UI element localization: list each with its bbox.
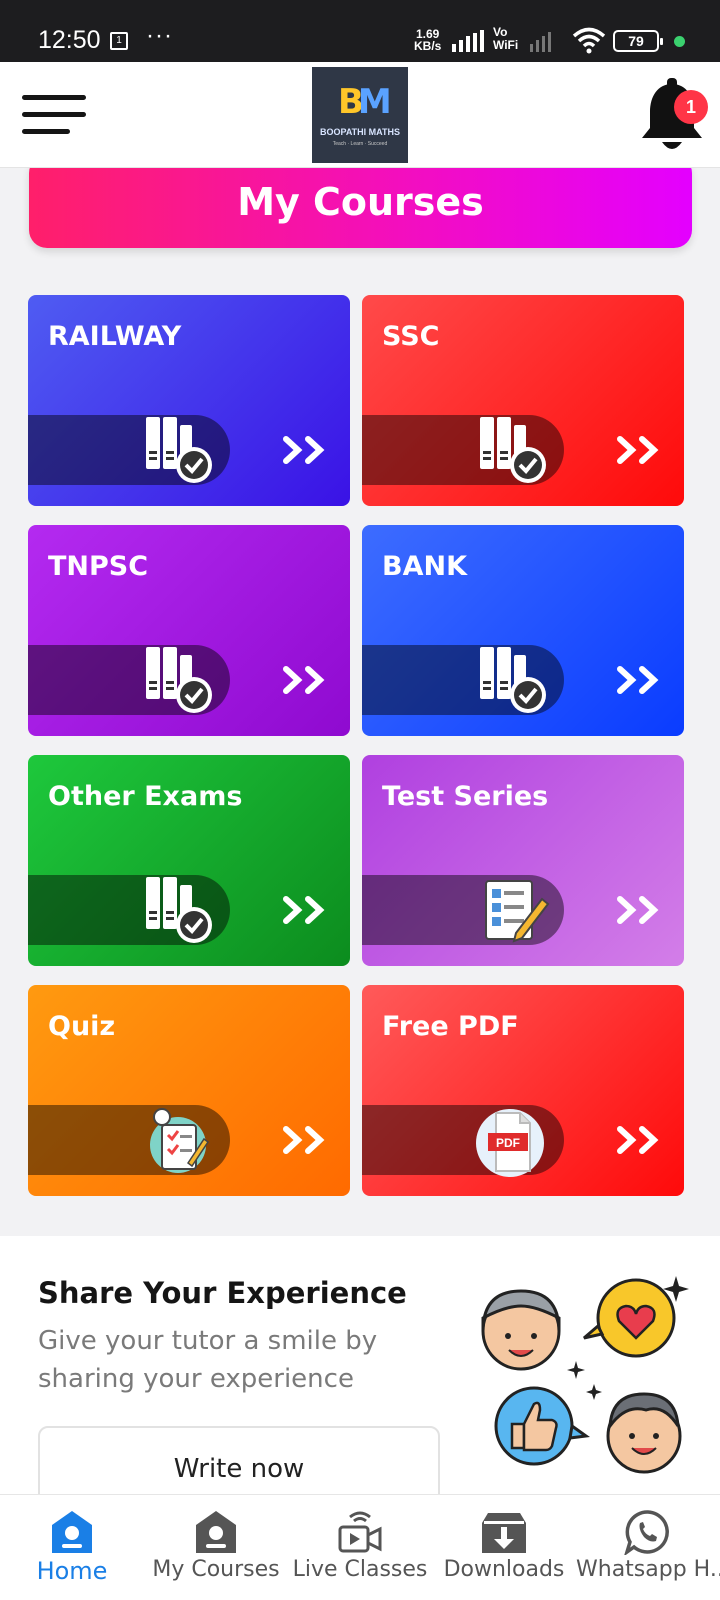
app-header: BM BOOPATHI MATHS Teach · Learn · Succee… bbox=[0, 62, 720, 168]
double-chevron-right-icon bbox=[283, 1126, 325, 1154]
course-card-title: TNPSC bbox=[48, 551, 149, 582]
vowifi-line2: WiFi bbox=[493, 38, 519, 52]
hamburger-menu-icon[interactable] bbox=[22, 95, 86, 134]
nav-live-classes[interactable]: Live Classes bbox=[288, 1495, 432, 1600]
courses-icon bbox=[196, 1511, 236, 1553]
double-chevron-right-icon bbox=[283, 436, 325, 464]
wifi-icon bbox=[572, 27, 606, 54]
books-check-icon bbox=[146, 417, 212, 483]
logo-tagline: Teach · Learn · Succeed bbox=[332, 141, 388, 147]
notification-bell[interactable]: 1 bbox=[640, 78, 708, 158]
books-check-icon bbox=[480, 647, 546, 713]
course-card-test-series[interactable]: Test Series bbox=[362, 755, 684, 966]
books-check-icon bbox=[146, 877, 212, 943]
privacy-dot-icon bbox=[674, 36, 685, 47]
course-card-title: Other Exams bbox=[48, 781, 243, 812]
double-chevron-right-icon bbox=[617, 896, 659, 924]
course-card-other-exams[interactable]: Other Exams bbox=[28, 755, 350, 966]
notification-badge: 1 bbox=[674, 90, 708, 124]
notification-box-icon: 1 bbox=[110, 32, 128, 50]
status-bar: 12:50 1 ··· 1.69 KB/s Vo WiFi 79 bbox=[0, 0, 720, 62]
nav-live-classes-label: Live Classes bbox=[292, 1557, 428, 1582]
signal-icon bbox=[452, 30, 484, 52]
feedback-illustration-icon bbox=[481, 1276, 689, 1474]
course-card-title: BANK bbox=[382, 551, 467, 582]
nav-downloads[interactable]: Downloads bbox=[432, 1495, 576, 1600]
nav-whatsapp-label: Whatsapp H... bbox=[576, 1557, 720, 1582]
share-experience-section: Share Your Experience Give your tutor a … bbox=[0, 1236, 720, 1506]
double-chevron-right-icon bbox=[617, 1126, 659, 1154]
share-title: Share Your Experience bbox=[38, 1276, 407, 1310]
double-chevron-right-icon bbox=[283, 896, 325, 924]
nav-my-courses-label: My Courses bbox=[152, 1557, 280, 1582]
course-card-tnpsc[interactable]: TNPSC bbox=[28, 525, 350, 736]
books-check-icon bbox=[146, 647, 212, 713]
course-card-ssc[interactable]: SSC bbox=[362, 295, 684, 506]
nav-my-courses[interactable]: My Courses bbox=[144, 1495, 288, 1600]
write-now-label: Write now bbox=[173, 1454, 305, 1484]
vowifi-indicator: Vo WiFi bbox=[493, 26, 518, 52]
test-checklist-icon bbox=[485, 880, 550, 943]
course-card-title: RAILWAY bbox=[48, 321, 182, 352]
network-speed-unit: KB/s bbox=[414, 39, 442, 53]
nav-downloads-label: Downloads bbox=[443, 1557, 565, 1582]
nav-home-label: Home bbox=[36, 1557, 108, 1585]
course-card-title: Quiz bbox=[48, 1011, 116, 1042]
signal-weak-icon bbox=[530, 32, 551, 52]
nav-home[interactable]: Home bbox=[0, 1495, 144, 1600]
course-card-railway[interactable]: RAILWAY bbox=[28, 295, 350, 506]
status-time: 12:50 bbox=[38, 26, 101, 54]
my-courses-title: My Courses bbox=[237, 180, 484, 224]
course-card-free-pdf[interactable]: Free PDF PDF bbox=[362, 985, 684, 1196]
quiz-clipboard-icon bbox=[150, 1108, 210, 1173]
live-video-icon bbox=[338, 1511, 382, 1553]
double-chevron-right-icon bbox=[617, 436, 659, 464]
course-card-title: SSC bbox=[382, 321, 440, 352]
logo-mark: BM bbox=[338, 82, 392, 122]
svg-text:PDF: PDF bbox=[496, 1136, 520, 1150]
home-icon bbox=[52, 1511, 92, 1553]
bottom-navigation: Home My Courses Live Classes Downloads W… bbox=[0, 1494, 720, 1600]
double-chevron-right-icon bbox=[617, 666, 659, 694]
logo-text: BOOPATHI MATHS bbox=[320, 127, 400, 137]
double-chevron-right-icon bbox=[283, 666, 325, 694]
download-icon bbox=[482, 1513, 526, 1553]
pdf-file-icon: PDF bbox=[476, 1109, 544, 1177]
battery-icon: 79 bbox=[613, 30, 663, 52]
my-courses-banner: My Courses bbox=[29, 155, 692, 248]
nav-whatsapp[interactable]: Whatsapp H... bbox=[576, 1495, 720, 1600]
share-description: Give your tutor a smile by sharing your … bbox=[38, 1326, 378, 1394]
course-card-title: Free PDF bbox=[382, 1011, 519, 1042]
app-logo: BM BOOPATHI MATHS Teach · Learn · Succee… bbox=[312, 67, 408, 163]
whatsapp-icon bbox=[624, 1510, 669, 1555]
course-card-quiz[interactable]: Quiz bbox=[28, 985, 350, 1196]
course-card-bank[interactable]: BANK bbox=[362, 525, 684, 736]
network-speed: 1.69 KB/s bbox=[414, 28, 441, 52]
books-check-icon bbox=[480, 417, 546, 483]
status-overflow: ··· bbox=[146, 22, 173, 49]
course-card-title: Test Series bbox=[382, 781, 549, 812]
